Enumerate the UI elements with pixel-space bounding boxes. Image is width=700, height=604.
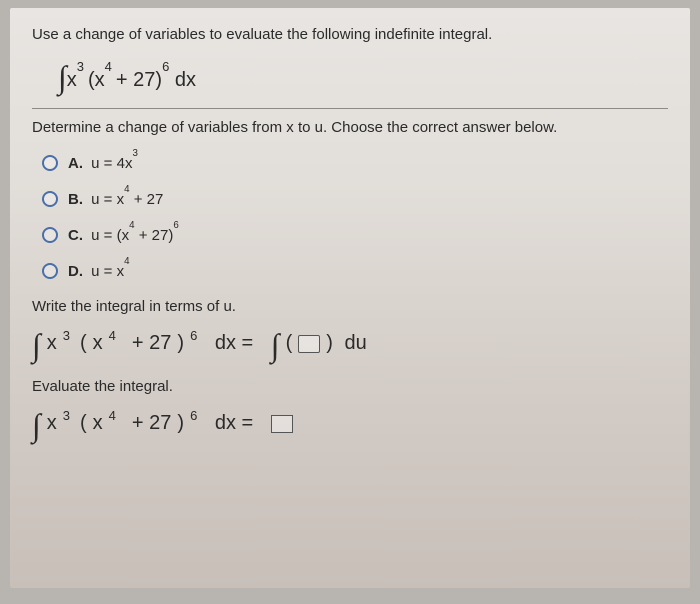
option-b-lead: u = x xyxy=(91,191,124,208)
option-c-paren-sup: 4 xyxy=(129,220,134,231)
option-b-letter: B. xyxy=(68,191,83,208)
eq2-inner-x: x xyxy=(93,332,103,355)
option-c-letter: C. xyxy=(68,227,83,244)
divider xyxy=(32,108,668,109)
eq3-const: + 27 xyxy=(132,412,171,435)
integral-symbol-3: ∫ xyxy=(271,327,280,364)
option-c-paren-base: x xyxy=(122,227,130,244)
question-page: Use a change of variables to evaluate th… xyxy=(10,8,690,588)
sub-prompt: Determine a change of variables from x t… xyxy=(32,119,668,136)
option-c-lead: u = xyxy=(91,227,116,244)
section-write-integral: Write the integral in terms of u. xyxy=(32,298,668,315)
question-prompt: Use a change of variables to evaluate th… xyxy=(32,26,668,43)
option-a-lead: u = 4x xyxy=(91,155,132,172)
integral-symbol-4: ∫ xyxy=(32,407,41,444)
option-c-text: C. u = (x4 + 27)6 xyxy=(68,226,179,244)
equation-evaluate: ∫x3 (x4 + 27)6 dx = xyxy=(32,405,668,442)
option-b-tail: + 27 xyxy=(130,191,164,208)
option-a-sup: 3 xyxy=(132,148,137,159)
option-a[interactable]: A. u = 4x3 xyxy=(42,154,668,172)
dx: dx xyxy=(175,69,196,91)
eq2-xexp: 3 xyxy=(63,328,70,343)
eq2-equals: dx = xyxy=(215,332,253,355)
inner-x: x xyxy=(95,69,105,91)
option-d[interactable]: D. u = x4 xyxy=(42,262,668,280)
option-c[interactable]: C. u = (x4 + 27)6 xyxy=(42,226,668,244)
integral-expression: ∫x3 (x4 + 27)6 dx xyxy=(32,51,668,104)
x-exp: 3 xyxy=(77,59,84,74)
fill-box-result[interactable] xyxy=(271,415,293,433)
option-c-paren-tail: + 27 xyxy=(135,227,169,244)
option-b-sup: 4 xyxy=(124,184,129,195)
eq3-outer-exp: 6 xyxy=(190,408,197,423)
eq2-outer-exp: 6 xyxy=(190,328,197,343)
eq2-const: + 27 xyxy=(132,332,171,355)
eq3-inner-x: x xyxy=(93,412,103,435)
fill-box-integrand[interactable] xyxy=(298,335,320,353)
eq2-du: du xyxy=(344,332,366,355)
outer-exp: 6 xyxy=(162,59,169,74)
radio-b[interactable] xyxy=(42,191,58,207)
equation-u-substitution: ∫x3 (x4 + 27)6 dx = ∫() du xyxy=(32,325,668,362)
integral-symbol: ∫ xyxy=(58,59,67,95)
answer-options: A. u = 4x3 B. u = x4 + 27 C. u = (x4 + 2… xyxy=(32,154,668,280)
radio-a[interactable] xyxy=(42,155,58,171)
eq3-xexp: 3 xyxy=(63,408,70,423)
option-a-text: A. u = 4x3 xyxy=(68,154,138,172)
option-d-letter: D. xyxy=(68,263,83,280)
option-d-text: D. u = x4 xyxy=(68,262,130,280)
plus-const: + 27 xyxy=(116,69,155,91)
x-base: x xyxy=(67,69,77,91)
integral-symbol-2: ∫ xyxy=(32,327,41,364)
option-a-letter: A. xyxy=(68,155,83,172)
eq2-xbase: x xyxy=(47,332,57,355)
option-b-text: B. u = x4 + 27 xyxy=(68,190,163,208)
eq2-inner-exp: 4 xyxy=(109,328,116,343)
inner-x-exp: 4 xyxy=(105,59,112,74)
option-c-outer-sup: 6 xyxy=(173,220,178,231)
eq3-equals: dx = xyxy=(215,412,253,435)
option-d-lead: u = x xyxy=(91,263,124,280)
radio-c[interactable] xyxy=(42,227,58,243)
radio-d[interactable] xyxy=(42,263,58,279)
option-d-sup: 4 xyxy=(124,256,129,267)
eq3-xbase: x xyxy=(47,412,57,435)
eq3-inner-exp: 4 xyxy=(109,408,116,423)
option-b[interactable]: B. u = x4 + 27 xyxy=(42,190,668,208)
section-evaluate: Evaluate the integral. xyxy=(32,378,668,395)
